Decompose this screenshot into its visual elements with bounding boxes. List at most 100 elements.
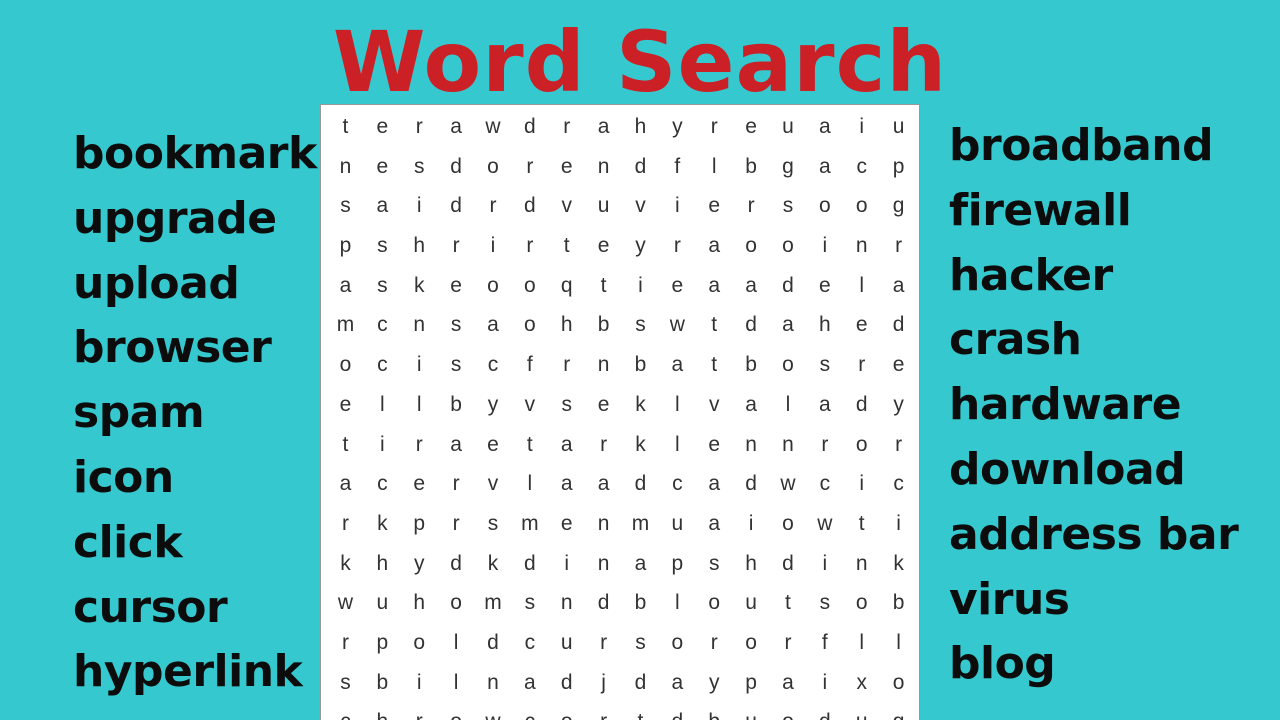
grid-letter[interactable]: y (880, 385, 917, 425)
grid-letter[interactable]: o (696, 583, 733, 623)
grid-letter[interactable]: i (364, 425, 401, 465)
grid-letter[interactable]: g (770, 147, 807, 187)
grid-letter[interactable]: i (401, 186, 438, 226)
grid-letter[interactable]: a (733, 385, 770, 425)
grid-letter[interactable]: l (880, 623, 917, 663)
grid-letter[interactable]: r (401, 425, 438, 465)
grid-letter[interactable]: l (843, 623, 880, 663)
grid-letter[interactable]: d (548, 663, 585, 703)
grid-letter[interactable]: r (880, 226, 917, 266)
grid-letter[interactable]: g (880, 186, 917, 226)
grid-letter[interactable]: r (327, 504, 364, 544)
grid-letter[interactable]: a (696, 266, 733, 306)
grid-letter[interactable]: p (733, 663, 770, 703)
grid-letter[interactable]: d (770, 266, 807, 306)
grid-letter[interactable]: d (770, 544, 807, 584)
grid-letter[interactable]: a (659, 345, 696, 385)
grid-letter[interactable]: w (475, 107, 512, 147)
grid-letter[interactable]: y (475, 385, 512, 425)
grid-letter[interactable]: i (733, 504, 770, 544)
grid-letter[interactable]: c (475, 345, 512, 385)
grid-letter[interactable]: l (659, 583, 696, 623)
grid-letter[interactable]: r (585, 702, 622, 720)
grid-letter[interactable]: t (327, 425, 364, 465)
grid-letter[interactable]: e (364, 107, 401, 147)
grid-letter[interactable]: s (806, 583, 843, 623)
grid-letter[interactable]: o (770, 226, 807, 266)
grid-letter[interactable]: r (733, 186, 770, 226)
grid-letter[interactable]: y (622, 226, 659, 266)
grid-letter[interactable]: p (364, 623, 401, 663)
grid-letter[interactable]: e (548, 147, 585, 187)
grid-letter[interactable]: s (696, 544, 733, 584)
grid-letter[interactable]: l (401, 385, 438, 425)
grid-letter[interactable]: n (475, 663, 512, 703)
grid-letter[interactable]: i (843, 464, 880, 504)
grid-letter[interactable]: l (438, 663, 475, 703)
grid-letter[interactable]: o (770, 702, 807, 720)
grid-letter[interactable]: o (438, 583, 475, 623)
grid-letter[interactable]: w (806, 504, 843, 544)
grid-letter[interactable]: a (770, 663, 807, 703)
grid-letter[interactable]: c (364, 464, 401, 504)
grid-letter[interactable]: s (548, 385, 585, 425)
grid-letter[interactable]: a (696, 464, 733, 504)
grid-letter[interactable]: m (327, 305, 364, 345)
grid-letter[interactable]: a (511, 663, 548, 703)
grid-letter[interactable]: o (548, 702, 585, 720)
grid-letter[interactable]: k (622, 385, 659, 425)
grid-letter[interactable]: m (622, 504, 659, 544)
grid-letter[interactable]: d (511, 544, 548, 584)
grid-letter[interactable]: t (843, 504, 880, 544)
grid-letter[interactable]: v (475, 464, 512, 504)
grid-letter[interactable]: h (401, 226, 438, 266)
grid-letter[interactable]: i (401, 345, 438, 385)
grid-letter[interactable]: d (475, 623, 512, 663)
grid-letter[interactable]: d (438, 147, 475, 187)
grid-letter[interactable]: b (622, 583, 659, 623)
grid-letter[interactable]: v (511, 385, 548, 425)
grid-letter[interactable]: n (733, 425, 770, 465)
grid-letter[interactable]: v (548, 186, 585, 226)
grid-letter[interactable]: a (475, 305, 512, 345)
grid-letter[interactable]: e (548, 504, 585, 544)
grid-letter[interactable]: n (548, 583, 585, 623)
grid-letter[interactable]: o (733, 623, 770, 663)
grid-letter[interactable]: r (548, 107, 585, 147)
grid-letter[interactable]: o (475, 147, 512, 187)
grid-letter[interactable]: a (696, 504, 733, 544)
grid-letter[interactable]: c (806, 464, 843, 504)
grid-letter[interactable]: k (401, 266, 438, 306)
grid-letter[interactable]: h (733, 544, 770, 584)
grid-letter[interactable]: v (622, 186, 659, 226)
grid-letter[interactable]: i (806, 663, 843, 703)
grid-letter[interactable]: b (696, 702, 733, 720)
grid-letter[interactable]: u (843, 702, 880, 720)
grid-letter[interactable]: t (548, 226, 585, 266)
grid-letter[interactable]: o (511, 266, 548, 306)
grid-letter[interactable]: b (438, 385, 475, 425)
grid-letter[interactable]: n (585, 504, 622, 544)
grid-letter[interactable]: h (364, 544, 401, 584)
grid-letter[interactable]: u (548, 623, 585, 663)
grid-letter[interactable]: r (327, 623, 364, 663)
grid-letter[interactable]: o (475, 266, 512, 306)
grid-letter[interactable]: d (733, 464, 770, 504)
grid-letter[interactable]: e (401, 464, 438, 504)
grid-letter[interactable]: r (438, 226, 475, 266)
grid-letter[interactable]: d (511, 186, 548, 226)
grid-letter[interactable]: w (659, 305, 696, 345)
grid-letter[interactable]: a (548, 464, 585, 504)
grid-letter[interactable]: d (585, 583, 622, 623)
grid-letter[interactable]: x (843, 663, 880, 703)
grid-letter[interactable]: s (511, 583, 548, 623)
grid-letter[interactable]: d (659, 702, 696, 720)
grid-letter[interactable]: n (770, 425, 807, 465)
grid-letter[interactable]: y (696, 663, 733, 703)
grid-letter[interactable]: s (364, 266, 401, 306)
grid-letter[interactable]: k (475, 544, 512, 584)
grid-letter[interactable]: s (438, 345, 475, 385)
grid-letter[interactable]: h (806, 305, 843, 345)
grid-letter[interactable]: l (696, 147, 733, 187)
grid-letter[interactable]: a (806, 385, 843, 425)
